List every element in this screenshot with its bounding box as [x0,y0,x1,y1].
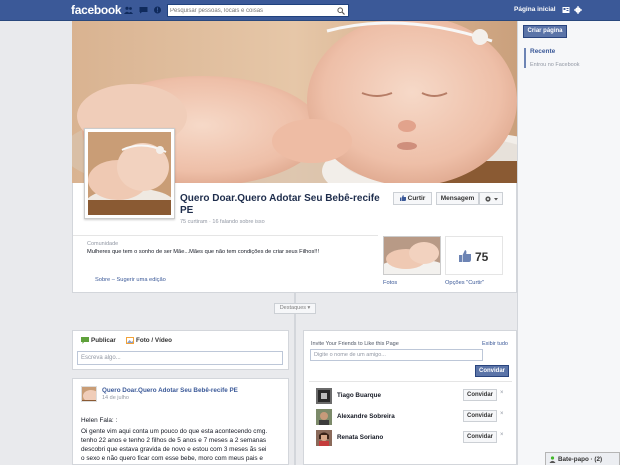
post-avatar[interactable] [81,386,97,402]
likes-options-link[interactable]: Opções "Curtir" [445,280,484,286]
friend-requests-icon[interactable] [124,6,133,14]
account-switch-icon[interactable] [562,6,570,14]
friend-name[interactable]: Renata Soriano [337,434,383,441]
highlights-label: Destaques [279,305,306,311]
page-category[interactable]: Comunidade [87,241,118,247]
friend-name[interactable]: Tiago Buarque [337,392,381,399]
friend-invite-button[interactable]: Convidar [463,410,497,422]
friend-row: Alexandre Sobreira Convidar × [309,407,512,427]
thumbs-up-icon [399,194,406,201]
invite-title: Invite Your Friends to Like this Page [311,341,399,347]
highlights-dropdown[interactable]: Destaques ▾ [274,303,316,314]
chat-label: Bate-papo · (2) [558,456,603,463]
post-date[interactable]: 14 de julho [102,395,129,401]
tab-publish[interactable]: Publicar [91,337,116,344]
post-author[interactable]: Quero Doar.Quero Adotar Seu Bebê-recife … [102,387,238,394]
page-stats[interactable]: 75 curtiram · 16 falando sobre isso [180,219,265,225]
timeline-spine [294,293,296,465]
post-line: Helen Fala: : [81,417,118,424]
friend-invite-button[interactable]: Convidar [463,431,497,443]
post-line: o sexo e não quero ficar com esse bebe, … [81,455,263,462]
top-bar: facebook Página inicial [0,0,620,21]
chat-bar[interactable]: Bate-papo · (2) [545,452,620,465]
post-line: Oi gente vim aqui conta um pouco do que … [81,428,268,435]
post-body: Helen Fala: : Oi gente vim aqui conta um… [81,416,281,463]
remove-suggestion-button[interactable]: × [500,390,504,396]
friend-avatar[interactable] [316,388,332,404]
friend-row: Tiago Buarque Convidar × [309,386,512,406]
friend-avatar[interactable] [316,409,332,425]
remove-suggestion-button[interactable]: × [500,432,504,438]
like-button[interactable]: Curtir [393,192,432,205]
gear-icon[interactable] [574,6,582,14]
search-box[interactable] [167,4,349,17]
friend-row: Renata Soriano Convidar × [309,428,512,448]
page-title[interactable]: Quero Doar.Quero Adotar Seu Bebê-recife … [180,193,385,217]
search-input[interactable] [170,6,335,16]
see-all-link[interactable]: Exibir tudo [482,341,508,347]
tab-photo-video[interactable]: Foto / Vídeo [136,337,172,344]
status-icon [81,337,89,344]
post-line: descobri que estava gravida de novo e es… [81,446,267,453]
header-divider [73,235,378,236]
right-sidebar [517,21,620,465]
home-link[interactable]: Página inicial [514,6,556,13]
remove-suggestion-button[interactable]: × [500,411,504,417]
photo-icon [126,337,134,344]
messages-icon[interactable] [139,6,148,14]
chat-icon [549,456,556,463]
friend-invite-button[interactable]: Convidar [463,389,497,401]
search-icon[interactable] [337,7,345,15]
composer-input[interactable]: Escreva algo... [77,351,283,365]
friend-name-input[interactable]: Digite o nome de um amigo... [310,349,483,361]
create-page-button[interactable]: Criar página [523,25,567,38]
nav-recent[interactable]: Recente [530,48,614,55]
likes-box[interactable]: 75 [445,236,503,275]
friend-name[interactable]: Alexandre Sobreira [337,413,395,420]
nav-joined-facebook[interactable]: Entrou no Facebook [530,62,614,68]
photos-thumbnail[interactable] [383,236,441,275]
about-links[interactable]: Sobre – Sugerir uma edição [95,277,166,283]
facebook-logo[interactable]: facebook [71,3,122,17]
photos-link[interactable]: Fotos [383,280,397,286]
page-options-button[interactable] [479,192,503,205]
page-about: Mulheres que tem o sonho de ser Mãe...Mã… [87,249,320,255]
friend-avatar[interactable] [316,430,332,446]
like-label: Curtir [407,195,426,202]
thumbs-up-icon [459,250,471,262]
timeline-nav: Recente Entrou no Facebook [524,48,614,68]
invite-divider [309,381,512,382]
notifications-icon[interactable] [153,6,162,14]
profile-picture[interactable] [84,128,175,219]
message-button[interactable]: Mensagem [436,192,479,205]
post-line: tenho 22 anos e tenho 2 filhos de 5 anos… [81,437,267,444]
invite-button[interactable]: Convidar [475,365,509,377]
likes-count: 75 [475,250,489,264]
